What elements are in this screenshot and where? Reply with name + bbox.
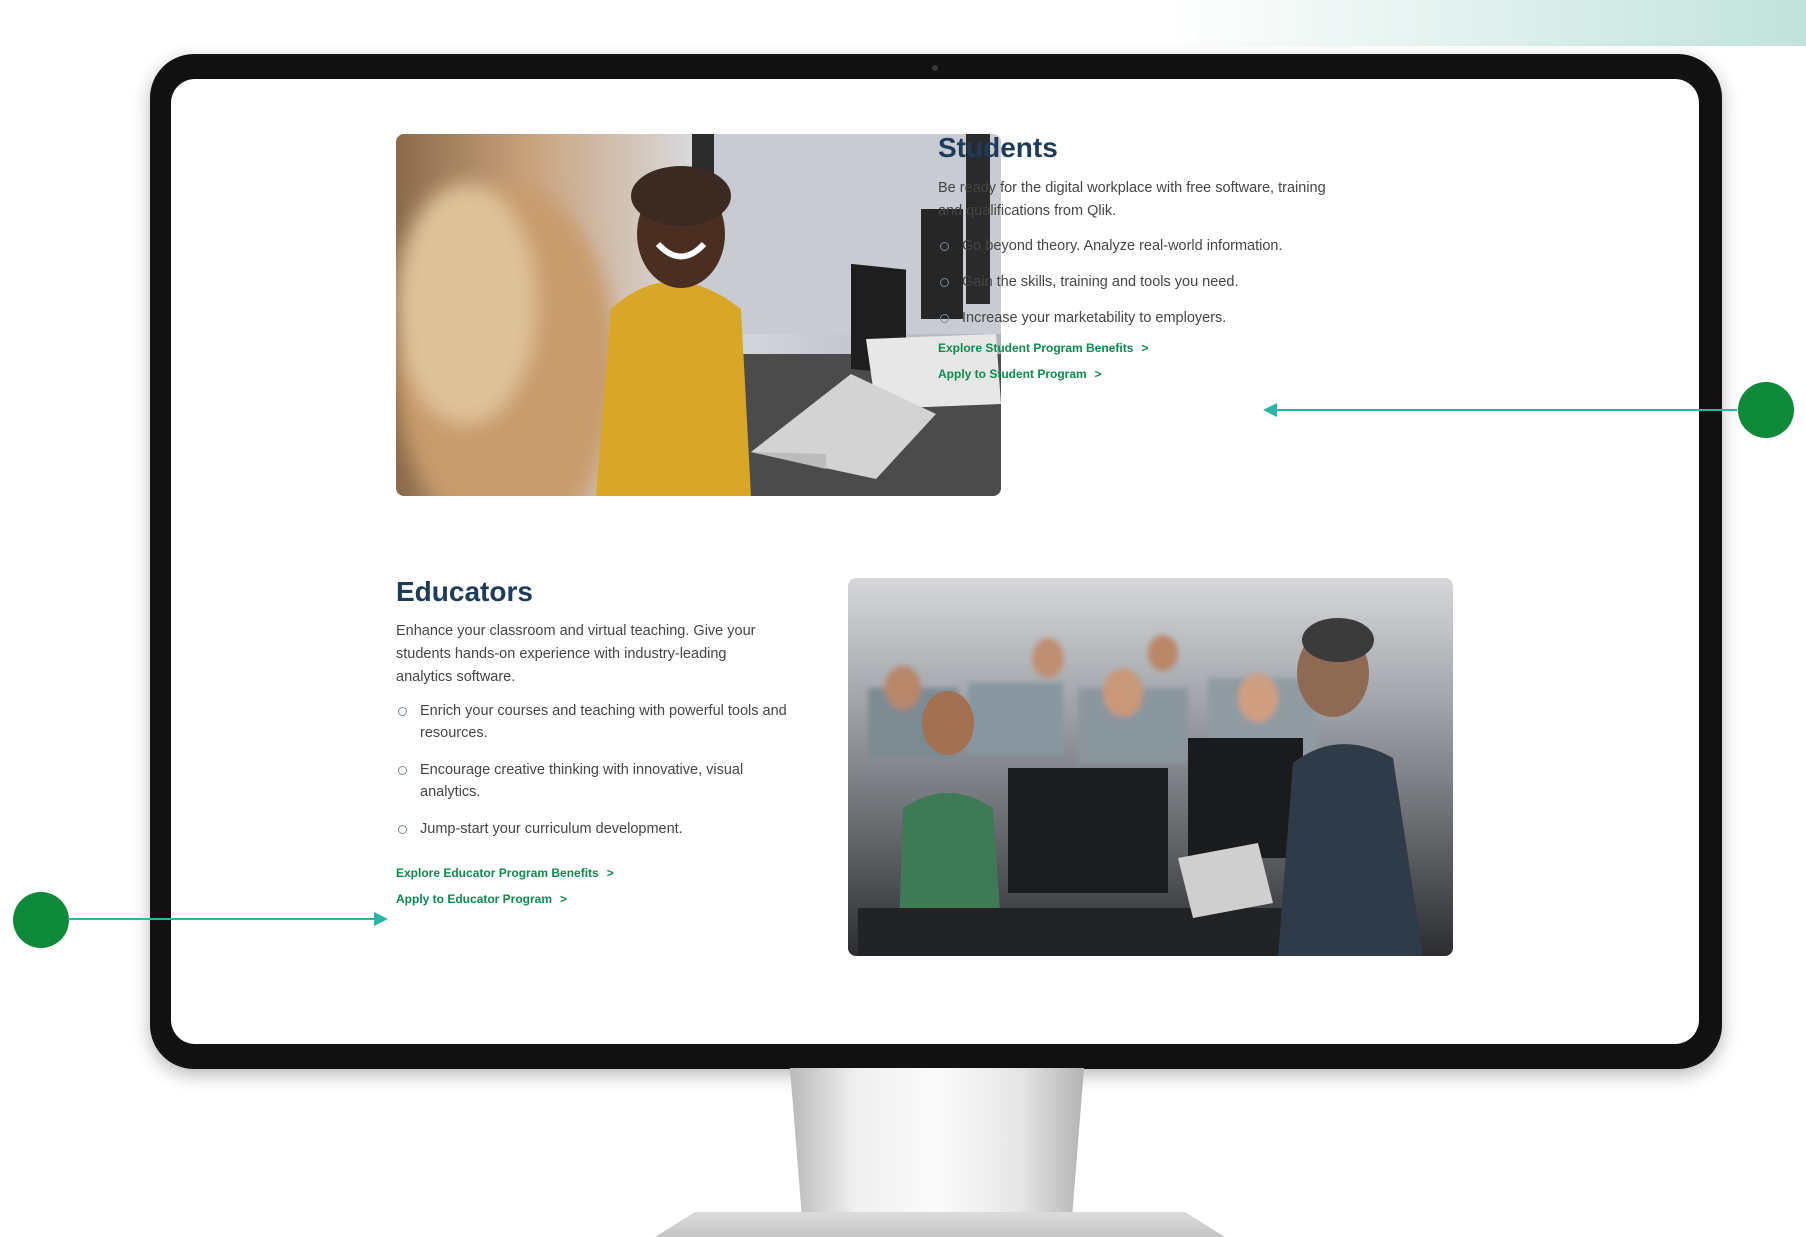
- bullet-text: Go beyond theory. Analyze real-world inf…: [962, 238, 1283, 254]
- chevron-right-icon: >: [560, 892, 568, 906]
- bullet-text: Jump-start your curriculum development.: [420, 821, 683, 837]
- circle-bullet-icon: [940, 314, 949, 323]
- callout-marker-right: [1738, 382, 1794, 438]
- link-label: Explore Educator Program Benefits: [396, 866, 599, 880]
- bullet-text: Gain the skills, training and tools you …: [962, 274, 1239, 290]
- monitor-screen: Students Be ready for the digital workpl…: [171, 79, 1699, 1044]
- callout-marker-left: [13, 892, 69, 948]
- callout-line-left: [68, 918, 375, 920]
- monitor-stand-neck: [790, 1068, 1084, 1215]
- students-photo: [396, 134, 1001, 496]
- educators-bullet-list: Enrich your courses and teaching with po…: [396, 700, 791, 840]
- camera-icon: [932, 65, 938, 71]
- circle-bullet-icon: [940, 278, 949, 287]
- bullet-text: Enrich your courses and teaching with po…: [420, 703, 787, 741]
- monitor-stand-base: [655, 1212, 1225, 1237]
- chevron-right-icon: >: [606, 866, 614, 880]
- students-title: Students: [938, 132, 1058, 163]
- educators-title: Educators: [396, 576, 533, 607]
- list-item: Enrich your courses and teaching with po…: [396, 700, 791, 744]
- educators-description: Enhance your classroom and virtual teach…: [396, 623, 756, 685]
- top-glow-decoration: [1166, 0, 1806, 46]
- explore-educator-benefits-link[interactable]: Explore Educator Program Benefits >: [396, 866, 614, 880]
- circle-bullet-icon: [398, 825, 407, 834]
- list-item: Jump-start your curriculum development.: [396, 818, 791, 840]
- bullet-text: Encourage creative thinking with innovat…: [420, 762, 744, 800]
- students-description: Be ready for the digital workplace with …: [938, 180, 1326, 219]
- list-item: Go beyond theory. Analyze real-world inf…: [938, 235, 1358, 257]
- circle-bullet-icon: [398, 707, 407, 716]
- callout-line-right: [1275, 409, 1737, 411]
- bullet-text: Increase your marketability to employers…: [962, 310, 1227, 326]
- circle-bullet-icon: [940, 242, 949, 251]
- list-item: Gain the skills, training and tools you …: [938, 271, 1358, 293]
- students-bullet-list: Go beyond theory. Analyze real-world inf…: [938, 235, 1358, 329]
- chevron-right-icon: >: [1094, 367, 1102, 381]
- arrow-right-icon: [374, 912, 388, 926]
- apply-educator-program-link[interactable]: Apply to Educator Program >: [396, 892, 567, 906]
- educators-photo: [848, 578, 1453, 956]
- link-label: Explore Student Program Benefits: [938, 341, 1134, 355]
- explore-student-benefits-link[interactable]: Explore Student Program Benefits >: [938, 341, 1148, 355]
- link-label: Apply to Student Program: [938, 367, 1087, 381]
- circle-bullet-icon: [398, 766, 407, 775]
- chevron-right-icon: >: [1141, 341, 1149, 355]
- list-item: Encourage creative thinking with innovat…: [396, 759, 791, 803]
- list-item: Increase your marketability to employers…: [938, 307, 1358, 329]
- link-label: Apply to Educator Program: [396, 892, 553, 906]
- arrow-left-icon: [1263, 403, 1277, 417]
- apply-student-program-link[interactable]: Apply to Student Program >: [938, 367, 1102, 381]
